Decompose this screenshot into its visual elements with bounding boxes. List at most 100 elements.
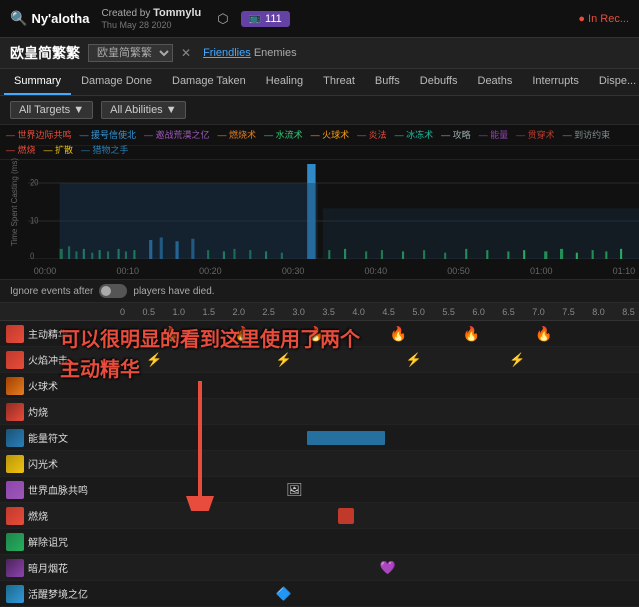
ability-icon bbox=[6, 429, 24, 447]
ability-timeline bbox=[120, 529, 639, 554]
event-icon: 🔥 bbox=[463, 325, 480, 342]
ignore-text-after: players have died. bbox=[133, 286, 214, 297]
ability-name: 火球术 bbox=[28, 378, 58, 393]
ability-row: 燃烧 bbox=[0, 503, 639, 529]
event-icon: ⚡ bbox=[276, 352, 292, 368]
in-rec-badge: ● In Rec... bbox=[578, 13, 629, 25]
event-icon: ⚡ bbox=[509, 352, 525, 368]
ability-icon bbox=[6, 507, 24, 525]
ability-label: 火焰冲击 bbox=[0, 351, 120, 369]
close-button[interactable]: ✕ bbox=[181, 46, 191, 60]
ability-name: 暗月烟花 bbox=[28, 560, 68, 575]
ignore-toggle[interactable] bbox=[99, 284, 127, 298]
ignore-text-before: Ignore events after bbox=[10, 286, 93, 297]
friend-enemy-toggle: Friendlies Enemies bbox=[203, 47, 297, 59]
ability-label: 闪光术 bbox=[0, 455, 120, 473]
ability-row: 灼烧 bbox=[0, 399, 639, 425]
ability-row: 解除诅咒 bbox=[0, 529, 639, 555]
ability-timeline bbox=[120, 373, 639, 398]
ability-row: 火焰冲击 ⚡ ⚡ ⚡ ⚡ bbox=[0, 347, 639, 373]
ability-name: 主动精华 bbox=[28, 326, 68, 341]
event-icon: ⚡ bbox=[146, 352, 162, 368]
ability-icon bbox=[6, 377, 24, 395]
enemies-tab[interactable]: Enemies bbox=[254, 47, 297, 59]
targets-filter[interactable]: All Targets ▼ bbox=[10, 101, 93, 119]
ability-row: 暗月烟花 💜 bbox=[0, 555, 639, 581]
ability-name: 解除诅咒 bbox=[28, 534, 68, 549]
ability-label: 主动精华 bbox=[0, 325, 120, 343]
event-icon: 🔷 bbox=[276, 586, 292, 602]
event-icon: 🔥 bbox=[162, 325, 179, 342]
lang-selector[interactable]: 欧皇简繁繁 bbox=[88, 44, 173, 62]
ability-icon bbox=[6, 481, 24, 499]
logo: 🔍 Ny'alotha bbox=[10, 10, 89, 27]
ability-timeline bbox=[120, 425, 639, 450]
ability-row: 世界血脉共鸣 🖼 bbox=[0, 477, 639, 503]
ability-timeline: ⚡ ⚡ ⚡ ⚡ bbox=[120, 347, 639, 372]
tab-healing[interactable]: Healing bbox=[256, 69, 313, 95]
svg-text:10: 10 bbox=[30, 216, 39, 226]
tab-damage-taken[interactable]: Damage Taken bbox=[162, 69, 256, 95]
ability-row: 主动精华 🔥 🔥 🔥 🔥 🔥 🔥 bbox=[0, 321, 639, 347]
ability-row: 闪光术 bbox=[0, 451, 639, 477]
ability-icon bbox=[6, 559, 24, 577]
ability-label: 能量符文 bbox=[0, 429, 120, 447]
record-icon: ● bbox=[578, 13, 585, 25]
ability-row: 活醒梦境之亿 🔷 bbox=[0, 581, 639, 607]
y-axis-label: Time Spent Casting (ms) bbox=[0, 145, 28, 259]
tab-deaths[interactable]: Deaths bbox=[468, 69, 523, 95]
ability-timeline: 💜 bbox=[120, 555, 639, 580]
ability-icon bbox=[6, 455, 24, 473]
abilities-filter[interactable]: All Abilities ▼ bbox=[101, 101, 186, 119]
timeline-ruler: 0 0.5 1.0 1.5 2.0 2.5 3.0 3.5 4.0 4.5 5.… bbox=[0, 303, 639, 321]
twitch-icon: 📺 bbox=[249, 13, 261, 24]
ability-name: 火焰冲击 bbox=[28, 352, 68, 367]
top-bar: 🔍 Ny'alotha Created by Tommylu Thu May 2… bbox=[0, 0, 639, 38]
friendlies-tab[interactable]: Friendlies bbox=[203, 47, 251, 59]
ability-timeline bbox=[120, 399, 639, 424]
ability-name: 燃烧 bbox=[28, 508, 48, 523]
nav-tabs: Summary Damage Done Damage Taken Healing… bbox=[0, 69, 639, 96]
event-icon: 🔥 bbox=[307, 325, 324, 342]
share-icon[interactable]: ⬡ bbox=[217, 11, 228, 27]
chart-x-axis: 00:00 00:10 00:20 00:30 00:40 00:50 01:0… bbox=[30, 266, 639, 276]
ability-timeline: 🔥 🔥 🔥 🔥 🔥 🔥 bbox=[120, 321, 639, 346]
ability-label: 燃烧 bbox=[0, 507, 120, 525]
ability-icon bbox=[6, 585, 24, 603]
top-bar-icons: ⬡ bbox=[217, 11, 228, 27]
tab-threat[interactable]: Threat bbox=[313, 69, 365, 95]
event-icon: 🔥 bbox=[535, 325, 552, 342]
ruler-marks: 0 0.5 1.0 1.5 2.0 2.5 3.0 3.5 4.0 4.5 5.… bbox=[120, 307, 639, 317]
tab-summary[interactable]: Summary bbox=[4, 69, 71, 95]
tab-interrupts[interactable]: Interrupts bbox=[522, 69, 588, 95]
chart-area: — 世界边际共鸣 — 援号信使北 — 邀战荒漠之亿 — 燃烧术 — 水流术 — … bbox=[0, 125, 639, 280]
ability-label: 灼烧 bbox=[0, 403, 120, 421]
ability-timeline bbox=[120, 451, 639, 476]
ability-list: 主动精华 🔥 🔥 🔥 🔥 🔥 🔥 火焰冲击 ⚡ ⚡ ⚡ ⚡ 火球术 bbox=[0, 321, 639, 607]
ability-icon bbox=[6, 325, 24, 343]
boss-title: Ny'alotha bbox=[31, 11, 89, 26]
tab-buffs[interactable]: Buffs bbox=[365, 69, 410, 95]
tab-dispels[interactable]: Dispe... bbox=[589, 69, 639, 95]
chart-svg-container: 0 10 20 bbox=[28, 145, 639, 259]
ability-name: 能量符文 bbox=[28, 430, 68, 445]
tab-debuffs[interactable]: Debuffs bbox=[410, 69, 468, 95]
ability-name: 活醒梦境之亿 bbox=[28, 586, 88, 601]
event-icon: 💜 bbox=[380, 560, 396, 576]
event-icon: 🔥 bbox=[234, 325, 251, 342]
ability-icon bbox=[6, 533, 24, 551]
ability-name: 灼烧 bbox=[28, 404, 48, 419]
event-icon: 🔥 bbox=[390, 325, 407, 342]
ignore-bar: Ignore events after players have died. bbox=[0, 280, 639, 303]
ability-icon bbox=[6, 351, 24, 369]
ability-timeline: 🖼 bbox=[120, 477, 639, 502]
tab-damage-done[interactable]: Damage Done bbox=[71, 69, 162, 95]
svg-text:0: 0 bbox=[30, 251, 35, 259]
search-icon: 🔍 bbox=[10, 10, 27, 27]
twitch-badge[interactable]: 📺 111 bbox=[241, 11, 290, 27]
event-icon: 🖼 bbox=[286, 482, 303, 498]
ability-label: 世界血脉共鸣 bbox=[0, 481, 120, 499]
boss-name: 欧皇简繁繁 bbox=[10, 43, 80, 63]
ability-label: 火球术 bbox=[0, 377, 120, 395]
ability-label: 解除诅咒 bbox=[0, 533, 120, 551]
